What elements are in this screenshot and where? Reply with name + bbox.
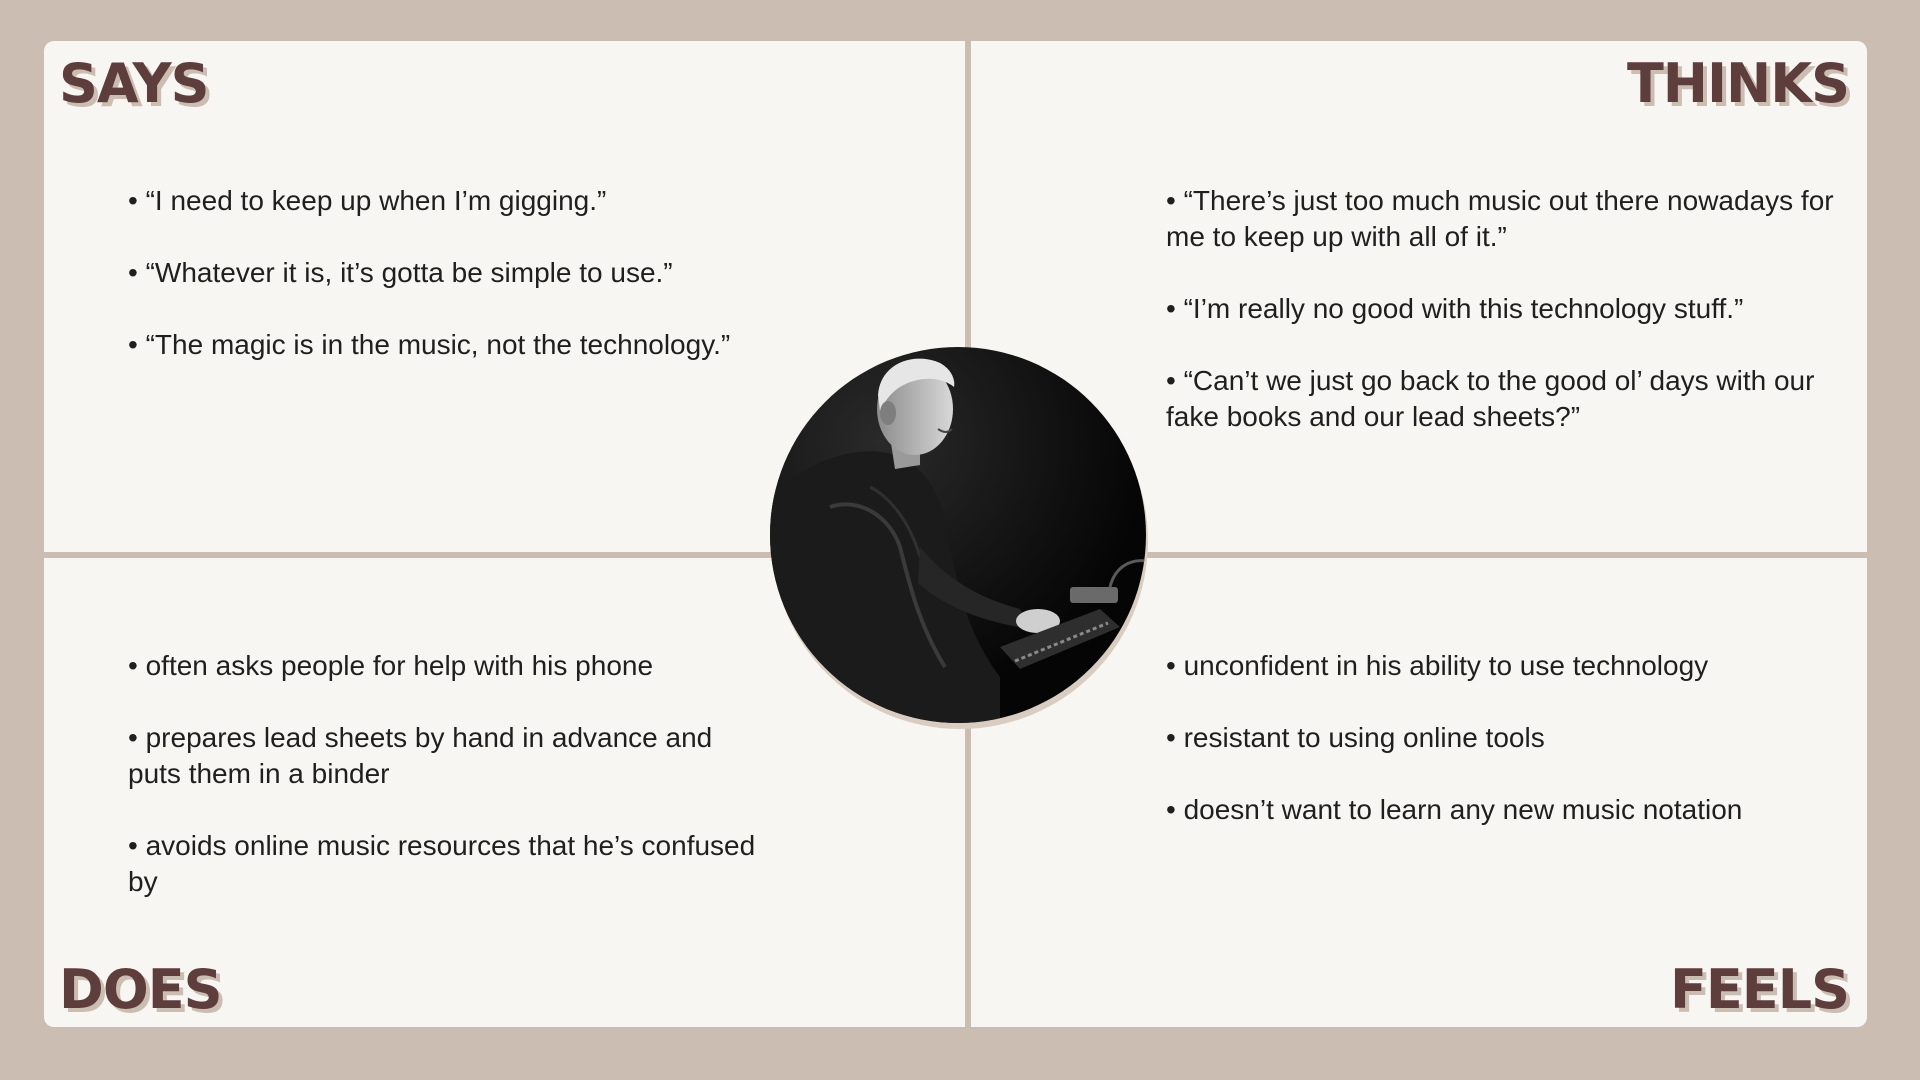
feels-heading: FEELS <box>1670 958 1850 1021</box>
says-item: “Whatever it is, it’s gotta be simple to… <box>128 255 768 291</box>
says-heading: SAYS <box>59 52 210 115</box>
thinks-item: “There’s just too much music out there n… <box>1166 183 1846 255</box>
persona-portrait <box>770 347 1146 723</box>
says-item: “I need to keep up when I’m gigging.” <box>128 183 768 219</box>
feels-item: unconfident in his ability to use techno… <box>1166 648 1846 684</box>
says-item: “The magic is in the music, not the tech… <box>128 327 768 363</box>
does-list: often asks people for help with his phon… <box>128 648 768 936</box>
feels-item: doesn’t want to learn any new music nota… <box>1166 792 1846 828</box>
says-list: “I need to keep up when I’m gigging.” “W… <box>128 183 768 399</box>
does-item: avoids online music resources that he’s … <box>128 828 768 900</box>
thinks-list: “There’s just too much music out there n… <box>1166 183 1846 471</box>
persona-photo-illustration <box>770 347 1146 723</box>
does-item: often asks people for help with his phon… <box>128 648 768 684</box>
does-item: prepares lead sheets by hand in advance … <box>128 720 768 792</box>
does-heading: DOES <box>59 958 223 1021</box>
thinks-item: “I’m really no good with this technology… <box>1166 291 1846 327</box>
empathy-map: SAYS “I need to keep up when I’m gigging… <box>44 41 1867 1027</box>
thinks-heading: THINKS <box>1626 52 1850 115</box>
thinks-item: “Can’t we just go back to the good ol’ d… <box>1166 363 1846 435</box>
feels-list: unconfident in his ability to use techno… <box>1166 648 1846 864</box>
feels-item: resistant to using online tools <box>1166 720 1846 756</box>
